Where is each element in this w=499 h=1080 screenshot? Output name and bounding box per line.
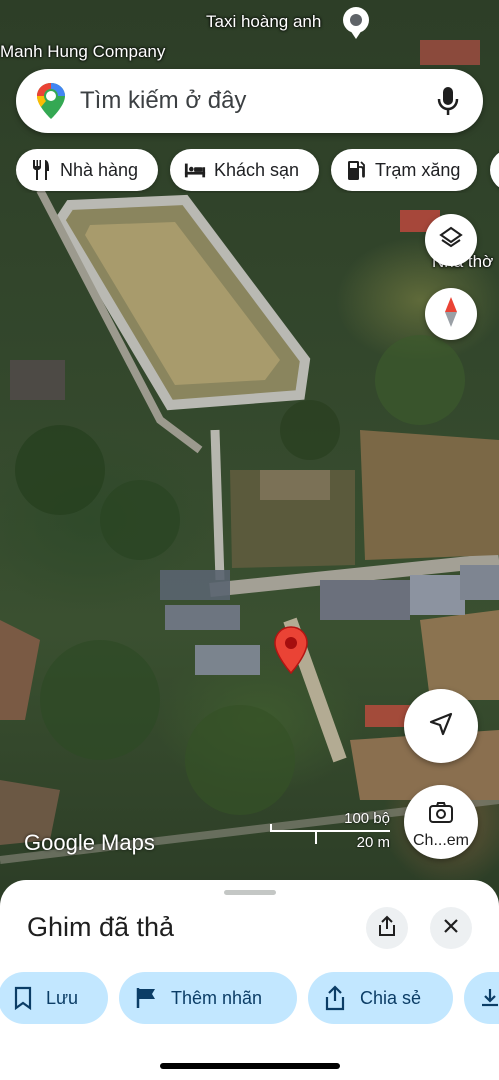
google-maps-logo-icon	[36, 82, 66, 120]
my-location-button[interactable]	[404, 689, 478, 763]
chip-gas-stations[interactable]: Trạm xăng	[331, 149, 477, 191]
compass-button[interactable]	[425, 288, 477, 340]
chip-label: Nhà hàng	[60, 159, 139, 180]
compass-icon	[442, 296, 460, 333]
layers-button[interactable]	[425, 214, 477, 266]
share-icon	[377, 915, 397, 942]
place-label-company[interactable]: Manh Hung Company	[0, 42, 165, 62]
chip-label: Trạm xăng	[375, 159, 461, 180]
save-label: Lưu	[46, 987, 79, 1008]
street-view-button[interactable]: Ch...em	[404, 785, 478, 859]
chip-more[interactable]	[490, 149, 499, 191]
download-button[interactable]	[464, 972, 499, 1024]
save-button[interactable]: Lưu	[0, 972, 108, 1024]
close-icon	[443, 918, 459, 939]
search-input[interactable]: Tìm kiếm ở đây	[80, 87, 437, 115]
restaurant-icon	[30, 159, 52, 181]
dropped-pin-icon[interactable]	[273, 625, 309, 675]
scale-metric: 20 m	[356, 834, 390, 851]
home-indicator	[160, 1063, 340, 1069]
camera-search-icon	[428, 801, 454, 830]
satellite-map[interactable]: Taxi hoàng anh Manh Hung Company Nhà thờ…	[0, 0, 499, 900]
search-bar[interactable]: Tìm kiếm ở đây	[16, 69, 483, 133]
share-button[interactable]: Chia sẻ	[308, 972, 453, 1024]
download-icon	[480, 987, 499, 1009]
share-icon	[324, 985, 346, 1011]
satellite-terrain	[0, 40, 499, 864]
add-label-button[interactable]: Thêm nhãn	[119, 972, 297, 1024]
place-marker-icon[interactable]	[340, 6, 372, 40]
microphone-icon[interactable]	[437, 86, 459, 116]
add-label-text: Thêm nhãn	[171, 987, 263, 1008]
chip-restaurants[interactable]: Nhà hàng	[16, 149, 158, 191]
share-top-button[interactable]	[366, 907, 408, 949]
chip-hotels[interactable]: Khách sạn	[170, 149, 319, 191]
hotel-icon	[184, 159, 206, 181]
layers-icon	[438, 225, 464, 256]
drag-handle[interactable]	[224, 890, 276, 895]
gas-station-icon	[345, 159, 367, 181]
place-label-taxi[interactable]: Taxi hoàng anh	[206, 12, 321, 32]
share-label: Chia sẻ	[360, 987, 422, 1008]
navigation-arrow-icon	[428, 711, 454, 742]
close-button[interactable]	[430, 907, 472, 949]
category-chips: Nhà hàng Khách sạn Trạm xăng	[16, 149, 499, 193]
flag-icon	[135, 986, 157, 1010]
bottom-sheet: Ghim đã thả Lưu Thêm nhãn Chia sẻ	[0, 880, 499, 1080]
map-scale: 100 bộ 20 m	[270, 810, 390, 860]
google-maps-watermark: Google Maps	[24, 830, 155, 855]
action-buttons: Lưu Thêm nhãn Chia sẻ	[0, 972, 499, 1024]
sheet-title: Ghim đã thả	[27, 912, 175, 942]
chip-label: Khách sạn	[214, 159, 300, 180]
bookmark-icon	[14, 986, 32, 1010]
street-view-label: Ch...em	[412, 831, 469, 849]
scale-imperial: 100 bộ	[344, 810, 390, 827]
